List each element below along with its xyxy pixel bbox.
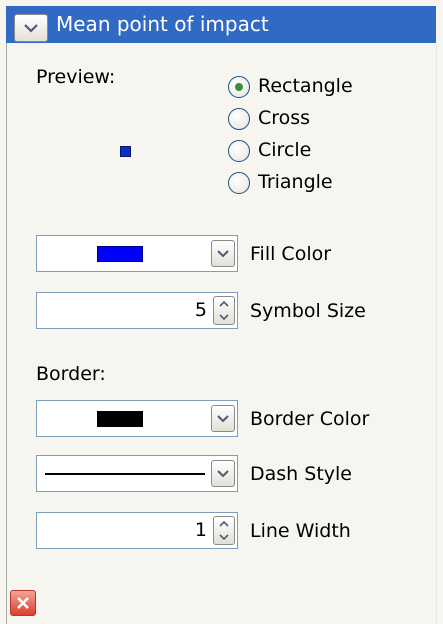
- line-width-value[interactable]: 1: [195, 513, 207, 548]
- spin-up-button[interactable]: [214, 297, 234, 311]
- radio-selected-dot: [235, 83, 243, 91]
- dash-style-label: Dash Style: [250, 463, 352, 485]
- fill-color-swatch: [97, 246, 143, 262]
- symbol-size-value[interactable]: 5: [195, 293, 207, 328]
- radio-label-rectangle[interactable]: Rectangle: [258, 75, 353, 97]
- chevron-up-icon: [219, 520, 229, 527]
- spin-up-button[interactable]: [214, 517, 234, 531]
- chevron-down-icon: [217, 470, 229, 478]
- border-label: Border:: [36, 363, 106, 385]
- dash-style-dropdown-button[interactable]: [211, 460, 235, 487]
- radio-circle[interactable]: [228, 140, 250, 162]
- line-width-label: Line Width: [250, 520, 351, 542]
- chevron-down-icon: [24, 24, 38, 33]
- radio-label-circle[interactable]: Circle: [258, 139, 311, 161]
- symbol-size-spinner[interactable]: 5: [36, 292, 238, 329]
- shape-radio-group: Rectangle Cross Circle Triangle: [228, 75, 388, 196]
- section-title: Mean point of impact: [56, 12, 269, 36]
- chevron-up-icon: [219, 300, 229, 307]
- chevron-down-icon: [219, 313, 229, 320]
- close-icon: [17, 597, 29, 609]
- chevron-down-icon: [217, 415, 229, 423]
- symbol-size-stepper[interactable]: [213, 296, 235, 325]
- chevron-down-icon: [219, 533, 229, 540]
- line-width-spinner[interactable]: 1: [36, 512, 238, 549]
- fill-color-dropdown[interactable]: [36, 235, 238, 272]
- border-color-label: Border Color: [250, 408, 370, 430]
- preview-symbol: [120, 146, 131, 157]
- radio-label-cross[interactable]: Cross: [258, 107, 310, 129]
- dash-style-dropdown[interactable]: [36, 455, 238, 492]
- radio-rectangle[interactable]: [228, 76, 250, 98]
- section-header[interactable]: Mean point of impact: [6, 6, 436, 43]
- fill-color-dropdown-button[interactable]: [211, 240, 235, 267]
- radio-label-triangle[interactable]: Triangle: [258, 171, 333, 193]
- radio-cross[interactable]: [228, 108, 250, 130]
- border-color-dropdown[interactable]: [36, 400, 238, 437]
- line-width-stepper[interactable]: [213, 516, 235, 545]
- preview-label: Preview:: [36, 66, 116, 88]
- symbol-size-label: Symbol Size: [250, 300, 366, 322]
- border-color-dropdown-button[interactable]: [211, 405, 235, 432]
- dash-style-preview-line: [45, 473, 205, 475]
- border-color-swatch: [97, 411, 143, 427]
- radio-triangle[interactable]: [228, 172, 250, 194]
- chevron-down-icon: [217, 250, 229, 258]
- remove-button[interactable]: [10, 590, 36, 616]
- spin-down-button[interactable]: [214, 531, 234, 545]
- collapse-button[interactable]: [14, 14, 48, 42]
- fill-color-label: Fill Color: [250, 243, 332, 265]
- spin-down-button[interactable]: [214, 311, 234, 325]
